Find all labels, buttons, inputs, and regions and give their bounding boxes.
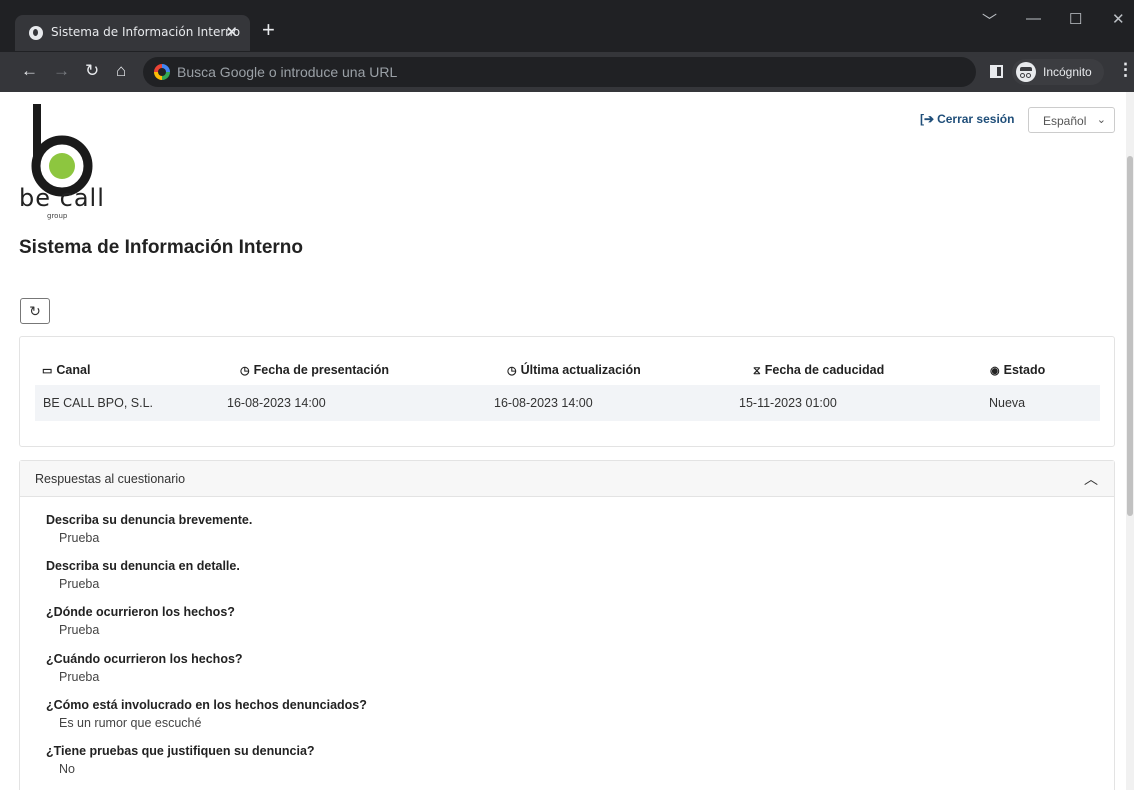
- home-icon[interactable]: ⌂: [116, 61, 126, 81]
- accordion-title: Respuestas al cuestionario: [35, 472, 186, 486]
- page-content: be call group [➔ Cerrar sesión Español ⌄ …: [0, 92, 1134, 790]
- qa-item: ¿Cómo está involucrado en los hechos den…: [46, 698, 367, 730]
- column-header-estado: ◉ Estado: [990, 363, 1046, 377]
- maximize-icon[interactable]: ☐: [1069, 10, 1082, 28]
- answer: No: [59, 762, 75, 776]
- complaint-summary-card: ▭ Canal ◷ Fecha de presentación ◷ Última ac…: [19, 336, 1115, 447]
- qa-item: Describa su denuncia brevemente. Prueba: [46, 513, 252, 545]
- qa-item: ¿Cuándo ocurrieron los hechos? Prueba: [46, 652, 243, 684]
- back-icon[interactable]: ←: [21, 61, 38, 81]
- side-panel-icon[interactable]: [990, 65, 1003, 78]
- answer: Prueba: [59, 623, 100, 637]
- question: ¿Dónde ocurrieron los hechos?: [46, 605, 235, 619]
- answer: Prueba: [59, 670, 100, 684]
- incognito-icon: [1016, 62, 1036, 82]
- logout-label: Cerrar sesión: [937, 112, 1015, 126]
- window-close-icon[interactable]: ✕: [1112, 10, 1125, 28]
- browser-tab-bar: Sistema de Información Interno ✕ + ﹀ — ☐…: [0, 0, 1134, 52]
- browser-menu-icon[interactable]: ⋮: [1117, 60, 1134, 80]
- address-bar[interactable]: [143, 57, 976, 87]
- column-header-fecha-presentacion: ◷ Fecha de presentación: [240, 363, 390, 377]
- cell-estado: Nueva: [989, 396, 1026, 410]
- logo-text: be call: [19, 184, 105, 212]
- inbox-icon: ▭: [42, 365, 53, 377]
- column-header-ultima-actualizacion: ◷ Última actualización: [507, 363, 641, 377]
- reload-icon[interactable]: ↻: [85, 61, 99, 81]
- logout-link[interactable]: [➔ Cerrar sesión: [920, 112, 1014, 126]
- question: Describa su denuncia brevemente.: [46, 513, 253, 527]
- address-input[interactable]: [177, 62, 877, 82]
- clock-icon: ◷: [507, 365, 517, 377]
- site-favicon-icon: [29, 26, 43, 40]
- column-header-fecha-caducidad: ⧖ Fecha de caducidad: [753, 363, 885, 377]
- questionnaire-accordion: Respuestas al cuestionario ︿ Describa su…: [19, 460, 1115, 790]
- answer: Es un rumor que escuché: [59, 716, 202, 730]
- sign-out-icon: [➔: [920, 112, 935, 126]
- tab-close-icon[interactable]: ✕: [225, 23, 238, 41]
- chevron-up-icon[interactable]: ︿: [1084, 469, 1098, 489]
- chevron-down-icon: ⌄: [1096, 114, 1106, 126]
- language-selected: Español: [1043, 114, 1087, 128]
- cell-fecha-caducidad: 15-11-2023 01:00: [739, 396, 837, 410]
- google-icon: [154, 64, 170, 80]
- qa-item: Describa su denuncia en detalle. Prueba: [46, 559, 240, 591]
- circle-dot-icon: ◉: [990, 365, 1000, 377]
- minimize-icon[interactable]: —: [1026, 10, 1041, 27]
- clock-icon: ◷: [240, 365, 250, 377]
- browser-toolbar: ← → ↻ ⌂ Incógnito ⋮: [0, 52, 1134, 92]
- page-title: Sistema de Información Interno: [19, 237, 303, 258]
- browser-tab[interactable]: Sistema de Información Interno ✕: [15, 15, 250, 51]
- tab-title: Sistema de Información Interno: [51, 25, 241, 39]
- qa-item: ¿Tiene pruebas que justifiquen su denunc…: [46, 744, 315, 776]
- qa-item: ¿Dónde ocurrieron los hechos? Prueba: [46, 605, 235, 637]
- hourglass-icon: ⧖: [753, 365, 761, 377]
- accordion-header[interactable]: Respuestas al cuestionario ︿: [20, 461, 1114, 497]
- question: ¿Tiene pruebas que justifiquen su denunc…: [46, 744, 315, 758]
- language-select[interactable]: Español ⌄: [1028, 107, 1115, 133]
- new-tab-icon[interactable]: +: [262, 19, 275, 41]
- table-row: BE CALL BPO, S.L. 16-08-2023 14:00 16-08…: [35, 385, 1100, 421]
- refresh-button[interactable]: ↻: [20, 298, 50, 324]
- tab-search-chevron-icon[interactable]: ﹀: [982, 10, 997, 31]
- question: ¿Cuándo ocurrieron los hechos?: [46, 652, 243, 666]
- refresh-icon: ↻: [29, 303, 41, 319]
- question: Describa su denuncia en detalle.: [46, 559, 240, 573]
- logo-subtext: group: [47, 212, 68, 220]
- column-header-canal: ▭ Canal: [42, 363, 91, 377]
- cell-ultima-actualizacion: 16-08-2023 14:00: [494, 396, 593, 410]
- answer: Prueba: [59, 577, 100, 591]
- cell-fecha-presentacion: 16-08-2023 14:00: [227, 396, 326, 410]
- cell-canal: BE CALL BPO, S.L.: [43, 396, 154, 410]
- scrollbar-thumb[interactable]: [1127, 156, 1133, 516]
- question: ¿Cómo está involucrado en los hechos den…: [46, 698, 367, 712]
- page-scrollbar[interactable]: [1126, 92, 1134, 790]
- answer: Prueba: [59, 531, 100, 545]
- incognito-badge[interactable]: Incógnito: [1012, 59, 1104, 85]
- forward-icon[interactable]: →: [53, 61, 70, 81]
- incognito-label: Incógnito: [1043, 65, 1092, 79]
